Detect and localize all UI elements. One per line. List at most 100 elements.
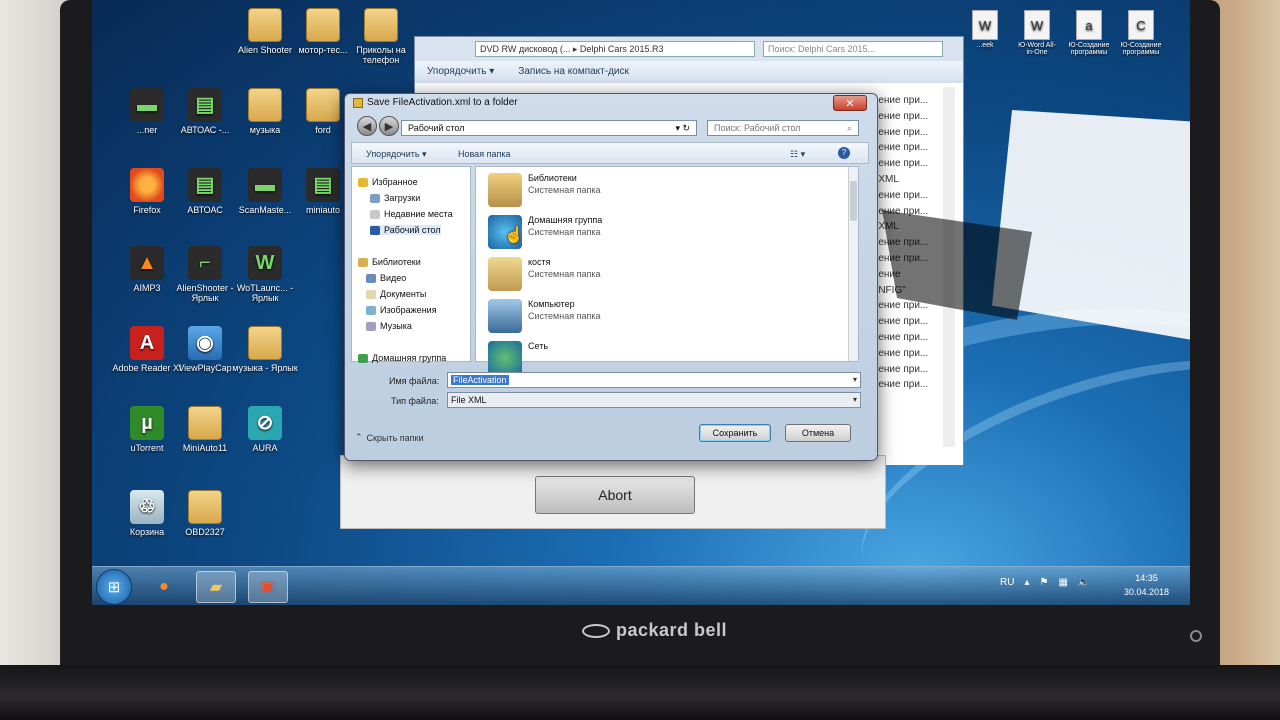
file-name: Компьютер [528, 299, 575, 309]
hide-folders-toggle[interactable]: ⌃ Скрыть папки [355, 432, 424, 443]
recent-places-icon [370, 209, 380, 219]
explorer-address-bar[interactable]: DVD RW дисковод (... ▸ Delphi Cars 2015.… [475, 41, 755, 57]
cancel-button[interactable]: Отмена [785, 424, 851, 442]
filetype-select[interactable]: File XML ▾ [447, 392, 861, 408]
volume-icon[interactable]: 🔈 [1078, 577, 1090, 588]
documents-icon [366, 289, 376, 299]
file-list-scrollbar[interactable] [848, 167, 858, 361]
save-button[interactable]: Сохранить [699, 424, 771, 442]
file-list-item-text: Компьютер Системная папка [528, 299, 600, 333]
desktop-icon[interactable]: W WoTLaunc... - Ярлык [224, 246, 306, 303]
device-icon: ▤ [188, 88, 222, 122]
dialog-address-bar[interactable]: Рабочий стол ▾ ↻ [401, 120, 697, 136]
taskbar-firefox[interactable]: ● [144, 571, 184, 603]
desktop-icon[interactable]: C Ю-Создание программы [1120, 10, 1162, 56]
back-arrow-icon[interactable]: ◀ [357, 116, 377, 136]
folder-icon [306, 8, 340, 42]
desktop-icon[interactable]: музыка - Ярлык [224, 326, 306, 373]
file-list-item-text: Домашняя группа Системная папка [528, 215, 602, 249]
arrow-up-icon[interactable]: ▴ [1024, 577, 1029, 588]
scanner-icon: ▬ [248, 168, 282, 202]
explorer-burn-button[interactable]: Запись на компакт-диск [518, 66, 629, 78]
desktop-icon[interactable]: Приколы на телефон [340, 8, 422, 65]
flag-icon[interactable]: ⚑ [1039, 577, 1048, 588]
filename-input[interactable]: FileActivation ▾ [447, 372, 861, 388]
document-icon: a [1076, 10, 1102, 40]
chevron-down-icon[interactable]: ▾ [853, 375, 857, 384]
nav-item-desktop[interactable]: Рабочий стол [370, 225, 441, 235]
taskbar-explorer[interactable]: ▰ [196, 571, 236, 603]
scanner-icon: ▬ [130, 88, 164, 122]
user-folder-icon [488, 257, 522, 291]
filetype-label: Тип файла: [391, 396, 439, 406]
nav-item-video[interactable]: Видео [366, 273, 406, 283]
file-list-item[interactable]: Компьютер Системная папка [488, 299, 600, 333]
file-type: Системная папка [528, 185, 601, 195]
desktop-icon [370, 225, 380, 235]
file-name: Библиотеки [528, 173, 577, 183]
music-icon [366, 321, 376, 331]
help-icon[interactable]: ? [838, 147, 850, 159]
desktop-icon[interactable]: OBD2327 [164, 490, 246, 537]
save-dialog: Save FileActivation.xml to a folder ✕ ◀ … [344, 93, 878, 461]
folder-icon [248, 88, 282, 122]
desktop-icon[interactable]: a Ю-Создание программы [1068, 10, 1110, 56]
file-name: Домашняя группа [528, 215, 603, 225]
clock[interactable]: 14:35 30.04.2018 [1124, 571, 1169, 599]
close-button[interactable]: ✕ [833, 95, 867, 111]
file-list-item-text: Сеть [528, 341, 548, 375]
forward-arrow-icon[interactable]: ▶ [379, 116, 399, 136]
organize-button[interactable]: Упорядочить ▾ [366, 149, 427, 160]
file-name: костя [528, 257, 551, 267]
view-options-icon[interactable]: ☷ ▾ [790, 149, 805, 160]
desktop-icon-label: WoTLaunc... - Ярлык [236, 283, 294, 303]
dialog-title-bar: Save FileActivation.xml to a folder [353, 97, 518, 108]
downloads-icon [370, 193, 380, 203]
language-indicator[interactable]: RU [1000, 577, 1014, 588]
desktop-icon[interactable]: W ...eek [964, 10, 1006, 56]
libraries-icon [488, 173, 522, 207]
folder-icon: ▰ [209, 579, 223, 596]
network-icon[interactable]: ▦ [1058, 577, 1067, 588]
network-icon [488, 341, 522, 375]
file-list-item[interactable]: Библиотеки Системная папка [488, 173, 600, 207]
dialog-search-input[interactable]: Поиск: Рабочий стол ⌕ [707, 120, 859, 136]
new-folder-button[interactable]: Новая папка [458, 149, 510, 159]
scrollbar-thumb[interactable] [850, 181, 857, 221]
laptop-base [0, 665, 1280, 720]
computer-icon [488, 299, 522, 333]
nav-item-libraries[interactable]: Библиотеки [358, 257, 421, 267]
explorer-search-input[interactable]: Поиск: Delphi Cars 2015... [763, 41, 943, 57]
filename-label: Имя файла: [389, 376, 440, 386]
file-list-item[interactable]: Сеть [488, 341, 548, 375]
chevron-down-icon[interactable]: ▾ ↻ [675, 123, 690, 133]
file-type: Системная папка [528, 311, 601, 321]
chevron-down-icon[interactable]: ▾ [853, 395, 857, 404]
desktop-icon[interactable]: ⊘ AURA [224, 406, 306, 453]
taskbar-app[interactable]: ▣ [248, 571, 288, 603]
folder-icon [248, 8, 282, 42]
file-list-item-text: Библиотеки Системная папка [528, 173, 600, 207]
firefox-icon: ● [159, 578, 169, 595]
nav-item-images[interactable]: Изображения [366, 305, 437, 315]
file-list-item[interactable]: костя Системная папка [488, 257, 600, 291]
dialog-toolbar: Упорядочить ▾ Новая папка ☷ ▾ ? [351, 142, 869, 164]
desktop-icon-label: AURA [252, 443, 278, 453]
folder-icon [188, 406, 222, 440]
nav-item-recent[interactable]: Недавние места [370, 209, 453, 219]
wot-icon: W [248, 246, 282, 280]
nav-item-music[interactable]: Музыка [366, 321, 412, 331]
explorer-organize-button[interactable]: Упорядочить ▾ [427, 66, 494, 78]
progress-window: Abort [340, 455, 886, 529]
folder-icon [364, 8, 398, 42]
nav-item-homegroup[interactable]: Домашняя группа [358, 353, 446, 363]
desktop-icon[interactable]: W Ю-Word All-in-One [1016, 10, 1058, 56]
start-button[interactable]: ⊞ [96, 569, 132, 605]
folder-icon [188, 490, 222, 524]
nav-item-documents[interactable]: Документы [366, 289, 426, 299]
images-icon [366, 305, 376, 315]
nav-item-downloads[interactable]: Загрузки [370, 193, 420, 203]
abort-button[interactable]: Abort [535, 476, 695, 514]
adobe-icon: A [130, 326, 164, 360]
nav-item-favorites[interactable]: Избранное [358, 177, 418, 187]
